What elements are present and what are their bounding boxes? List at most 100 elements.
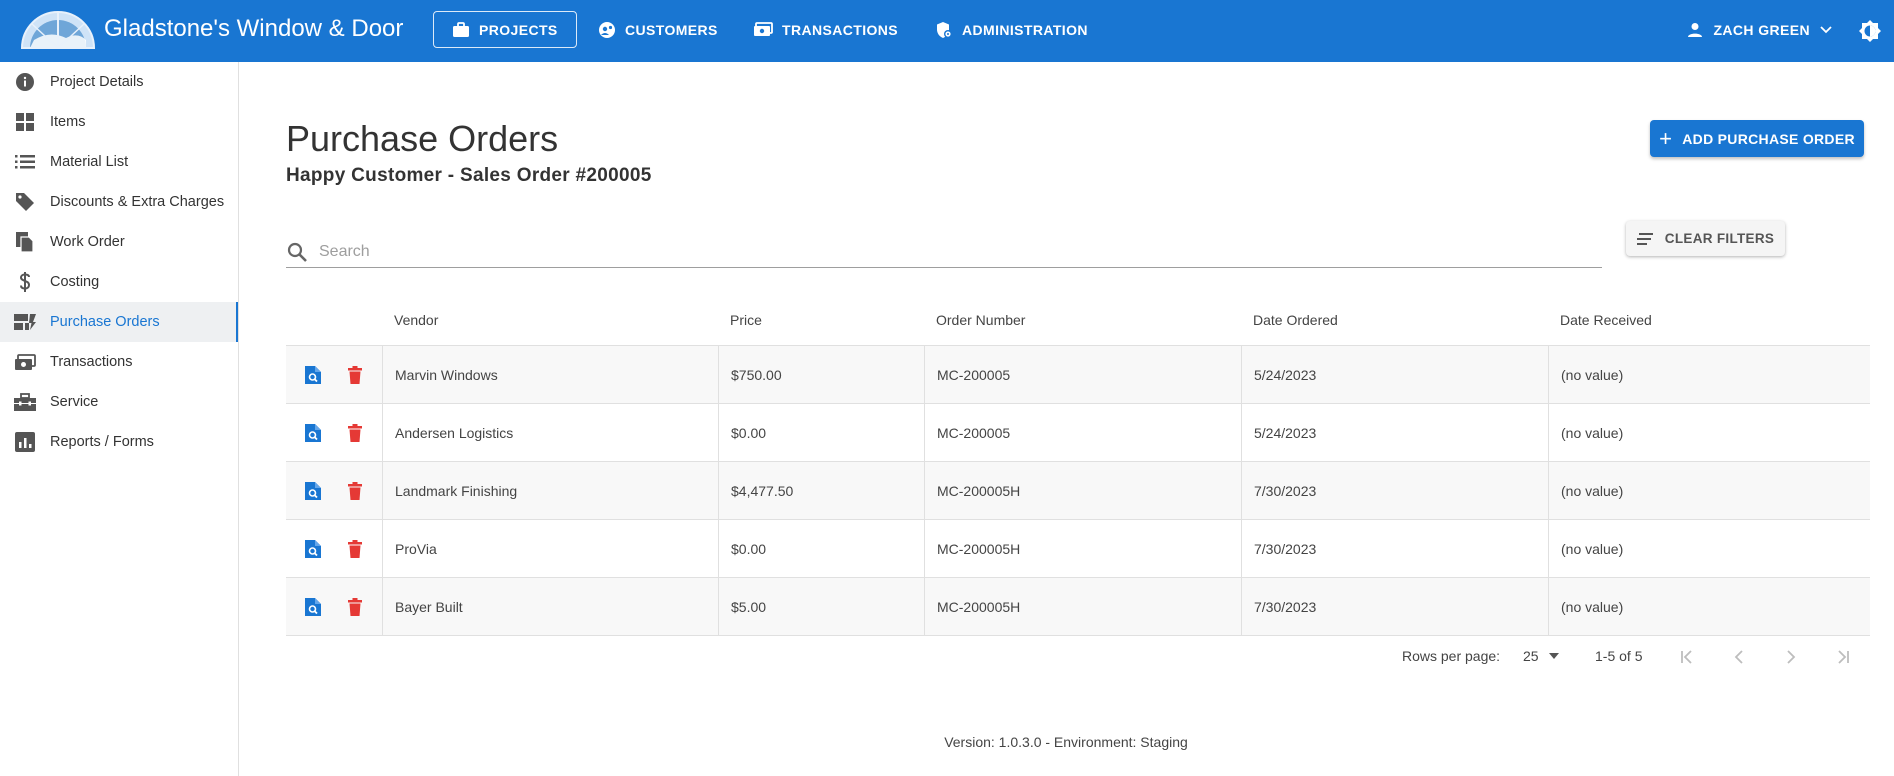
view-document-icon[interactable] — [302, 538, 324, 560]
column-header-order-number[interactable]: Order Number — [924, 295, 1241, 345]
sidebar-item-label: Work Order — [50, 234, 125, 250]
column-header-date-ordered[interactable]: Date Ordered — [1241, 295, 1548, 345]
sidebar-item-label: Service — [50, 394, 99, 410]
table-body: Marvin Windows $750.00 MC-200005 5/24/2023(… — [286, 346, 1870, 636]
delete-trash-icon[interactable] — [344, 364, 366, 386]
column-header-vendor[interactable]: Vendor — [382, 295, 718, 345]
page-title: Purchase Orders — [286, 118, 559, 159]
info-icon — [14, 71, 36, 93]
table-row[interactable]: Bayer Built $5.00 MC-200005H 7/30/2023 (no v… — [286, 578, 1870, 636]
search-icon — [287, 242, 307, 262]
nav-transactions-label: TRANSACTIONS — [782, 21, 899, 38]
table-row[interactable]: Landmark Finishing $4,477.50 MC-200005H 7/3… — [286, 462, 1870, 520]
sidebar-item-service[interactable]: Service — [0, 382, 238, 422]
delete-trash-icon[interactable] — [344, 480, 366, 502]
first-page-button[interactable] — [1675, 645, 1699, 669]
plus-icon: + — [1659, 125, 1673, 151]
date-received-cell: (no value) — [1548, 404, 1870, 461]
sidebar-item-label: Discounts & Extra Charges — [50, 194, 225, 210]
sidebar-item-material-list[interactable]: Material List — [0, 142, 238, 182]
date-ordered-cell: 7/30/2023 — [1241, 578, 1548, 635]
price-cell: $0.00 — [718, 404, 924, 461]
sidebar-item-costing[interactable]: Costing — [0, 262, 238, 302]
vendor-cell: Marvin Windows — [382, 346, 718, 403]
top-app-bar: Gladstone's Window & Door PROJECTS CUSTO… — [0, 0, 1894, 62]
window-logo-icon[interactable] — [20, 10, 96, 50]
first-page-icon — [1681, 650, 1692, 664]
order-number-cell: MC-200005 — [924, 346, 1241, 403]
view-document-icon[interactable] — [302, 596, 324, 618]
view-document-icon[interactable] — [302, 364, 324, 386]
sidebar: Project Details Items Material List Disc… — [0, 62, 239, 776]
view-document-icon[interactable] — [302, 480, 324, 502]
sidebar-item-purchase-orders[interactable]: Purchase Orders — [0, 302, 238, 342]
user-menu-button[interactable]: ZACH GREEN — [1687, 11, 1832, 48]
chevron-left-icon — [1734, 650, 1743, 664]
sidebar-item-transactions[interactable]: Transactions — [0, 342, 238, 382]
grid-icon — [14, 111, 36, 133]
rows-per-page-select[interactable]: 25 — [1523, 648, 1559, 664]
sidebar-item-work-order[interactable]: Work Order — [0, 222, 238, 262]
clear-filters-button[interactable]: CLEAR FILTERS — [1626, 221, 1785, 256]
delete-trash-icon[interactable] — [344, 596, 366, 618]
brightness-toggle-icon[interactable] — [1858, 19, 1882, 43]
order-number-cell: MC-200005H — [924, 578, 1241, 635]
purchase-orders-icon — [14, 311, 36, 333]
date-ordered-cell: 7/30/2023 — [1241, 520, 1548, 577]
row-actions — [286, 578, 382, 635]
pagination-range: 1-5 of 5 — [1595, 648, 1643, 664]
sidebar-item-label: Reports / Forms — [50, 434, 154, 450]
admin-settings-icon — [937, 21, 952, 38]
user-name: ZACH GREEN — [1713, 21, 1810, 38]
add-purchase-order-button[interactable]: + ADD PURCHASE ORDER — [1650, 120, 1864, 157]
toolbox-icon — [14, 391, 36, 413]
list-icon — [14, 151, 36, 173]
sidebar-item-label: Costing — [50, 274, 100, 290]
nav-customers-button[interactable]: CUSTOMERS — [580, 11, 736, 48]
nav-customers-label: CUSTOMERS — [625, 21, 718, 38]
page-subtitle: Happy Customer - Sales Order #200005 — [286, 165, 652, 186]
view-document-icon[interactable] — [302, 422, 324, 444]
purchase-orders-table: Vendor Price Order Number Date Ordered D… — [286, 295, 1870, 636]
row-actions — [286, 404, 382, 461]
nav-projects-button[interactable]: PROJECTS — [433, 11, 577, 48]
date-ordered-cell: 5/24/2023 — [1241, 346, 1548, 403]
price-cell: $4,477.50 — [718, 462, 924, 519]
table-row[interactable]: Marvin Windows $750.00 MC-200005 5/24/2023(… — [286, 346, 1870, 404]
search-field — [286, 236, 1602, 268]
delete-trash-icon[interactable] — [344, 422, 366, 444]
column-header-date-received[interactable]: Date Received — [1548, 295, 1870, 345]
last-page-button[interactable] — [1831, 645, 1855, 669]
sidebar-item-label: Purchase Orders — [50, 314, 160, 330]
dollar-icon — [14, 271, 36, 293]
caret-down-icon — [1548, 653, 1559, 659]
sidebar-item-reports-forms[interactable]: Reports / Forms — [0, 422, 238, 462]
nav-transactions-button[interactable]: TRANSACTIONS — [735, 11, 916, 48]
nav-administration-button[interactable]: ADMINISTRATION — [917, 11, 1106, 48]
table-row[interactable]: ProVia $0.00 MC-200005H 7/30/2023 (no value) — [286, 520, 1870, 578]
price-cell: $750.00 — [718, 346, 924, 403]
sidebar-item-discounts[interactable]: Discounts & Extra Charges — [0, 182, 238, 222]
last-page-icon — [1838, 650, 1849, 664]
table-header-row: Vendor Price Order Number Date Ordered D… — [286, 295, 1870, 346]
table-row[interactable]: Andersen Logistics $0.00 MC-200005 5/24/202… — [286, 404, 1870, 462]
sidebar-item-items[interactable]: Items — [0, 102, 238, 142]
previous-page-button[interactable] — [1727, 645, 1751, 669]
delete-trash-icon[interactable] — [344, 538, 366, 560]
chevron-right-icon — [1787, 650, 1796, 664]
add-purchase-order-label: ADD PURCHASE ORDER — [1682, 130, 1855, 147]
nav-administration-label: ADMINISTRATION — [962, 21, 1088, 38]
sidebar-item-label: Items — [50, 114, 86, 130]
price-cell: $0.00 — [718, 520, 924, 577]
date-received-cell: (no value) — [1548, 520, 1870, 577]
search-input[interactable] — [317, 241, 1521, 262]
row-actions — [286, 462, 382, 519]
sidebar-item-project-details[interactable]: Project Details — [0, 62, 238, 102]
date-ordered-cell: 7/30/2023 — [1241, 462, 1548, 519]
filter-lines-icon — [1636, 232, 1653, 245]
date-received-cell: (no value) — [1548, 462, 1870, 519]
date-received-cell: (no value) — [1548, 578, 1870, 635]
date-ordered-cell: 5/24/2023 — [1241, 404, 1548, 461]
column-header-price[interactable]: Price — [718, 295, 924, 345]
next-page-button[interactable] — [1779, 645, 1803, 669]
